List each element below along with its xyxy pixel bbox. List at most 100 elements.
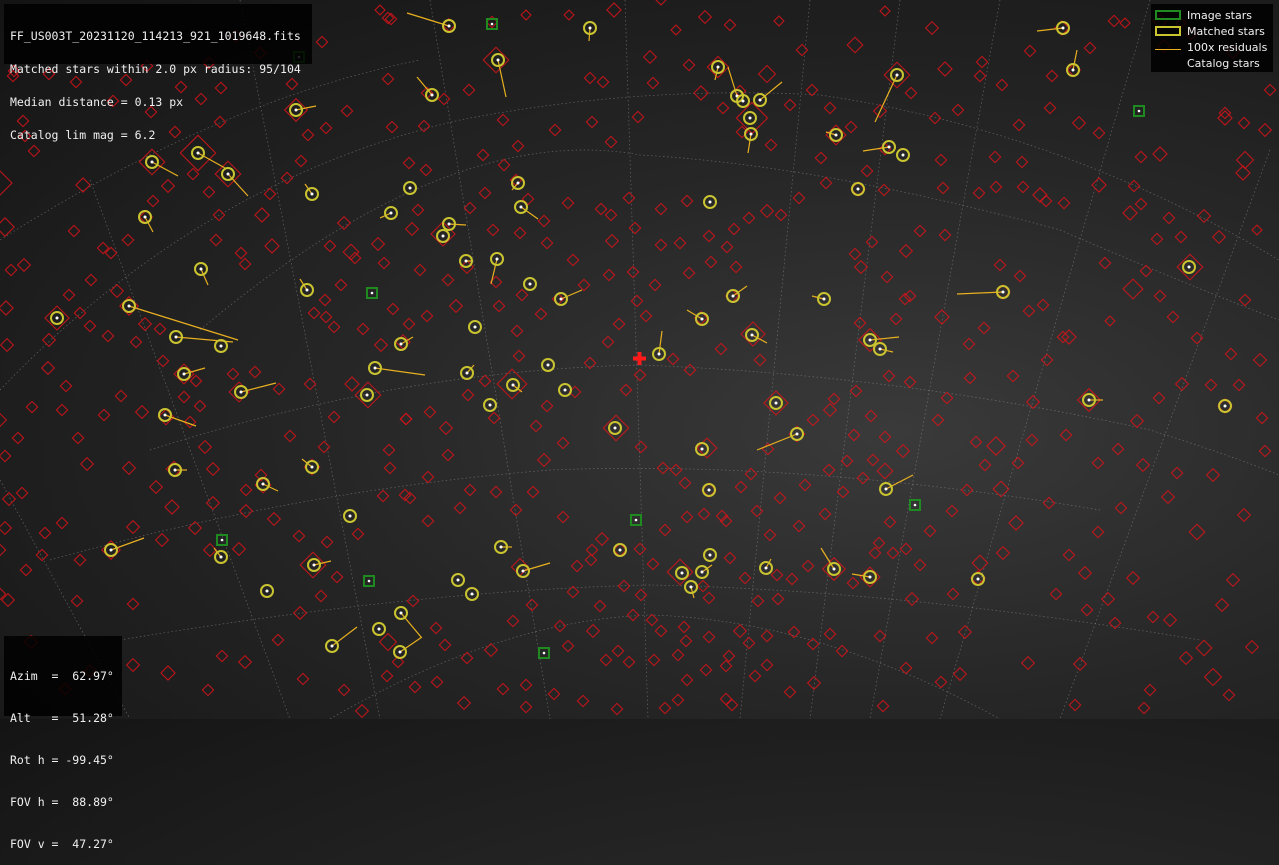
catalog-star-marker [420,309,434,323]
catalog-star-marker [962,337,976,351]
catalog-star-marker [846,36,864,54]
matched-star-centroid [312,563,316,567]
matched-star-centroid [1061,26,1065,30]
catalog-star-marker [880,270,894,284]
catalog-star-marker [626,608,640,622]
catalog-star-marker [421,470,435,484]
catalog-star-marker [411,203,425,217]
matched-star-centroid [546,363,550,367]
catalog-star-marker [506,614,520,628]
catalog-star-marker [1008,515,1024,531]
catalog-star-marker [125,657,141,673]
image-star-centroid [913,503,917,507]
matched-star-centroid [199,267,203,271]
catalog-star-marker [822,402,838,418]
catalog-star-marker [1006,369,1020,383]
catalog-star-marker [1072,656,1088,672]
catalog-star-marker [1170,466,1184,480]
catalog-star-marker [654,238,668,252]
catalog-star-marker [577,278,591,292]
catalog-star-marker [137,316,153,332]
catalog-star-marker [402,317,416,331]
catalog-star-marker [177,390,191,404]
catalog-star-marker [671,648,685,662]
catalog-star-marker [294,154,308,168]
catalog-star-marker [729,260,743,274]
catalog-star-marker [248,365,262,379]
matched-star-centroid [774,401,778,405]
catalog-star-marker [738,571,752,585]
matched-star-centroid [499,545,503,549]
catalog-star-marker [989,180,1003,194]
catalog-star-marker [604,135,618,149]
matched-star-centroid [464,259,468,263]
catalog-star-marker [307,306,321,320]
matched-star-centroid [1223,404,1227,408]
catalog-star-marker [1043,101,1057,115]
matched-star-centroid [764,566,768,570]
image-star-swatch-icon [1155,10,1181,20]
matched-star-centroid [700,570,704,574]
catalog-star-marker [462,83,476,97]
catalog-star-marker [205,495,221,511]
catalog-star-marker [774,208,788,222]
matched-star-centroid [588,26,592,30]
catalog-star-marker [805,83,819,97]
catalog-star-marker [382,443,396,457]
catalog-star-marker [239,483,253,497]
legend-item-residuals: 100x residuals [1155,39,1269,55]
catalog-star-marker [421,514,435,528]
catalog-star-marker [1162,612,1178,628]
catalog-star-marker [84,273,98,287]
catalog-star-marker [453,501,467,515]
catalog-star-marker [682,266,696,280]
catalog-star-marker [515,288,529,302]
catalog-star-marker [266,511,282,527]
catalog-star-marker [836,485,850,499]
catalog-star-marker [876,699,890,713]
matched-star-centroid [731,294,735,298]
catalog-star-marker [496,682,510,696]
catalog-star-marker [383,461,397,475]
residual-vector [658,330,663,355]
matched-star-centroid [708,200,712,204]
catalog-star-marker [1,491,17,507]
catalog-star-marker [853,316,867,330]
catalog-star-marker [109,283,125,299]
catalog-star-marker [938,228,952,242]
matched-star-centroid [310,465,314,469]
catalog-star-marker [873,629,887,643]
catalog-star-marker [1057,196,1071,210]
matched-star-centroid [399,611,403,615]
catalog-star-marker [342,243,360,261]
catalog-star-marker [97,408,111,422]
catalog-star-marker [576,694,590,708]
catalog-star-marker [314,589,328,603]
catalog-star-marker [254,207,270,223]
catalog-star-marker [536,452,552,468]
catalog-star-marker [904,86,918,100]
catalog-star-marker [814,151,828,165]
catalog-star-marker [234,246,248,260]
matched-star-centroid [748,116,752,120]
catalog-star-marker [937,61,953,77]
catalog-star-marker [283,429,297,443]
catalog-star-marker [1036,298,1050,312]
matched-star-centroid [750,333,754,337]
catalog-star-marker [202,542,218,558]
matched-star-centroid [389,211,393,215]
catalog-star-marker [264,238,280,254]
image-star-centroid [490,22,494,26]
catalog-star-marker [923,524,937,538]
catalog-star-marker [456,695,472,711]
catalog-star-marker [934,153,948,167]
catalog-star-marker [1045,69,1059,83]
catalog-star-marker [238,257,252,271]
catalog-star-marker [1238,293,1252,307]
catalog-star-marker [1236,507,1252,523]
catalog-star-marker [40,360,56,376]
catalog-star-marker [992,480,1010,498]
matched-star-centroid [707,488,711,492]
catalog-star-marker [4,263,18,277]
catalog-star-marker [1251,224,1263,236]
